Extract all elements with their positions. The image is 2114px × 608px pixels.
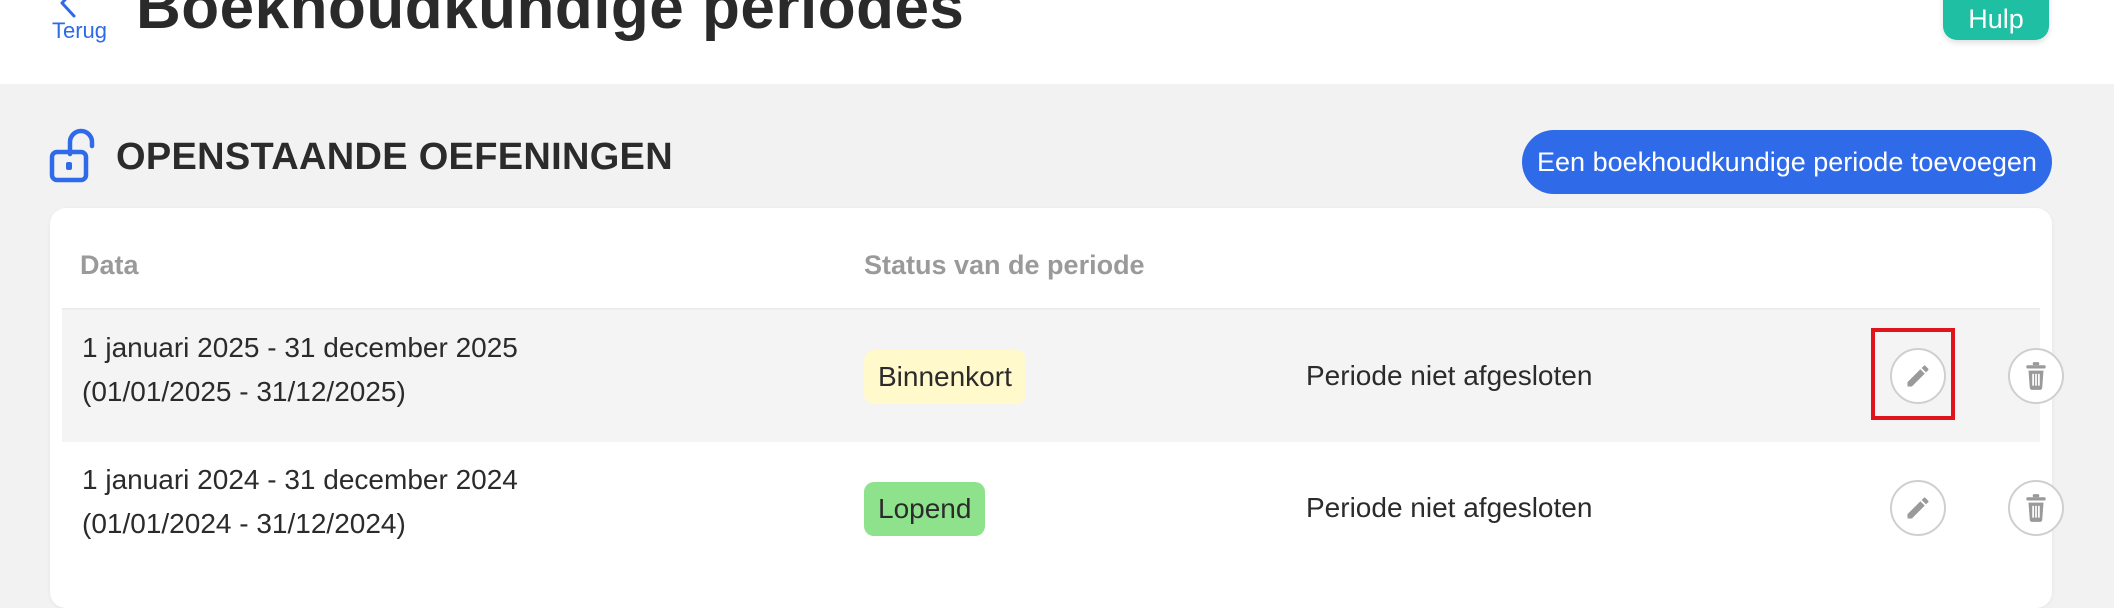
period-date-long: 1 januari 2025 - 31 december 2025	[82, 332, 518, 363]
chevron-left-icon	[60, 0, 76, 18]
column-header-status: Status van de periode	[864, 250, 1145, 280]
periods-table: Data Status van de periode 1 januari 202…	[50, 208, 2064, 608]
page-title: Boekhoudkundige periodes	[136, 0, 965, 42]
back-button[interactable]: Terug	[50, 0, 110, 60]
table-row: 1 januari 2024 - 31 december 2024 (01/01…	[62, 442, 2064, 574]
delete-button[interactable]	[2008, 480, 2064, 536]
closure-status: Periode niet afgesloten	[1306, 492, 1593, 523]
period-date-short: (01/01/2024 - 31/12/2024)	[82, 508, 406, 539]
help-button[interactable]: Hulp	[1943, 0, 2049, 40]
trash-icon	[2026, 362, 2046, 390]
pencil-icon	[1907, 497, 1929, 519]
status-badge: Lopend	[864, 482, 986, 536]
column-header-data: Data	[80, 250, 139, 280]
table-row: 1 januari 2025 - 31 december 2025 (01/01…	[62, 310, 2064, 442]
period-date-short: (01/01/2025 - 31/12/2025)	[82, 376, 406, 407]
period-date-long: 1 januari 2024 - 31 december 2024	[82, 464, 518, 495]
status-badge: Binnenkort	[864, 350, 1026, 404]
edit-button[interactable]	[1890, 348, 1946, 404]
edit-button[interactable]	[1890, 480, 1946, 536]
unlock-icon	[49, 128, 95, 183]
trash-icon	[2026, 494, 2046, 522]
back-label: Terug	[52, 18, 108, 43]
closure-status: Periode niet afgesloten	[1306, 360, 1593, 391]
section-title: OPENSTAANDE OEFENINGEN	[116, 136, 673, 178]
top-bar: Terug Boekhoudkundige periodes Hulp	[0, 0, 2114, 84]
add-period-button[interactable]: Een boekhoudkundige periode toevoegen	[1522, 130, 2052, 194]
delete-button[interactable]	[2008, 348, 2064, 404]
pencil-icon	[1907, 365, 1929, 387]
